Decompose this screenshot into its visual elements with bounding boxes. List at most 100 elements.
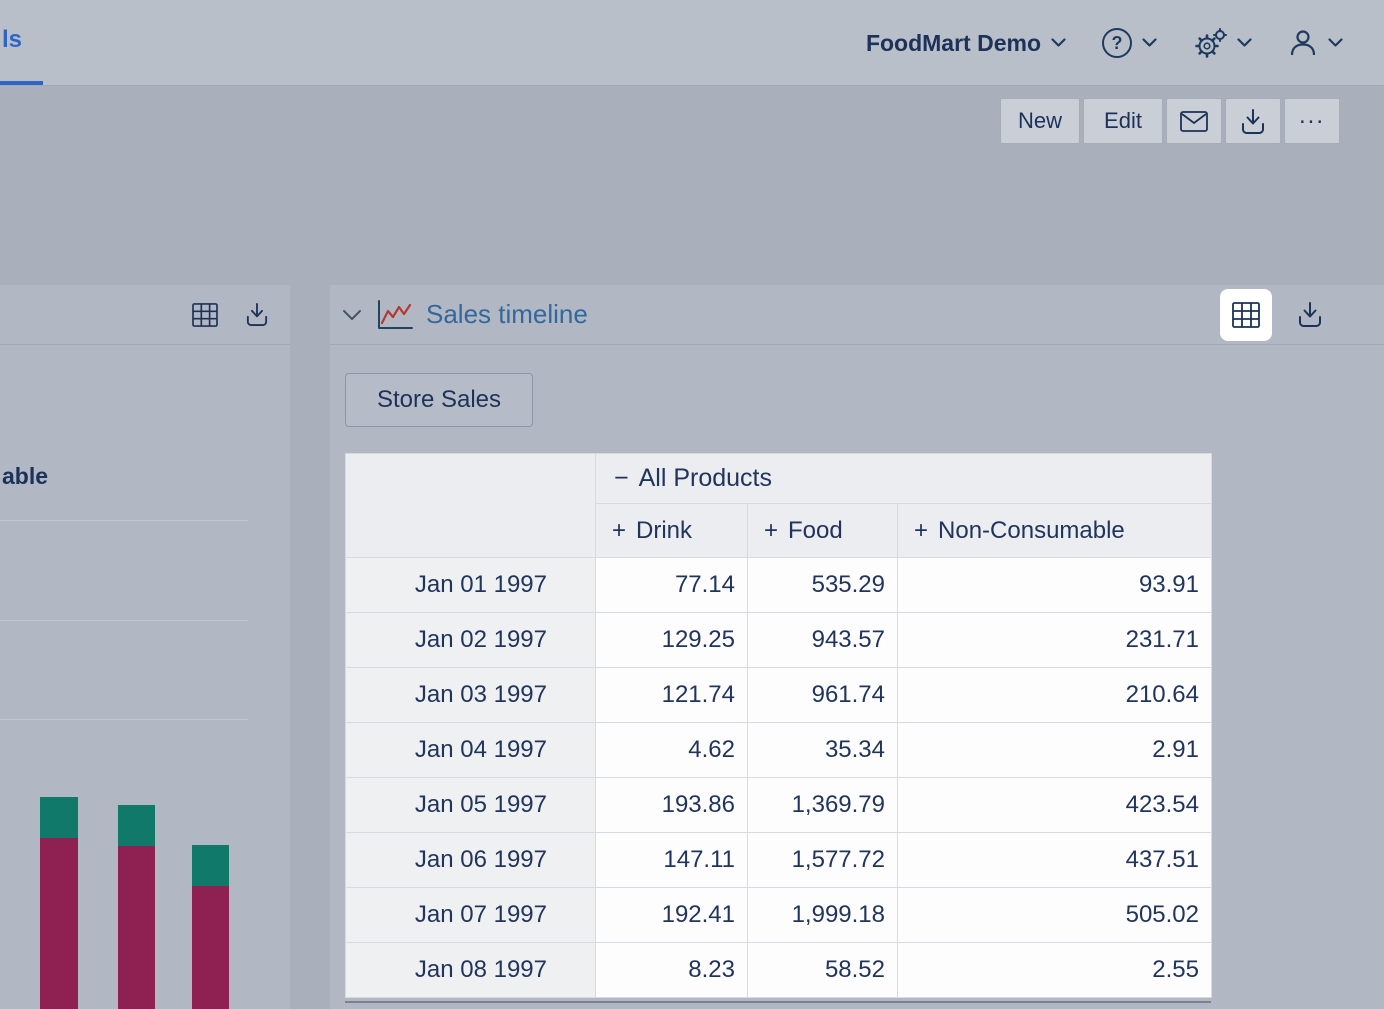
expand-toggle-sign[interactable]: + xyxy=(612,517,626,544)
value-cell: 943.57 xyxy=(748,613,898,668)
table-row: Jan 03 1997121.74961.74210.64 xyxy=(346,668,1212,723)
left-panel-row-divider xyxy=(0,620,248,621)
value-cell: 58.52 xyxy=(748,943,898,998)
active-tab[interactable]: ls xyxy=(2,26,22,54)
value-cell: 35.34 xyxy=(748,723,898,778)
row-header[interactable]: Jan 04 1997 xyxy=(346,723,596,778)
bar-segment-maroon xyxy=(40,838,78,1009)
value-cell: 93.91 xyxy=(898,558,1212,613)
table-grid-icon[interactable] xyxy=(192,303,218,327)
value-cell: 2.55 xyxy=(898,943,1212,998)
expand-toggle-sign[interactable]: + xyxy=(764,517,778,544)
row-header[interactable]: Jan 02 1997 xyxy=(346,613,596,668)
column-label: Drink xyxy=(636,517,692,544)
column-header[interactable]: + Non-Consumable xyxy=(898,504,1212,558)
show-as-table-button-highlighted[interactable] xyxy=(1220,289,1272,341)
left-widget-panel: able xyxy=(0,285,290,1009)
measure-button[interactable]: Store Sales xyxy=(345,373,533,427)
collapse-chevron-icon[interactable] xyxy=(342,309,362,321)
row-header[interactable]: Jan 08 1997 xyxy=(346,943,596,998)
panel-title: Sales timeline xyxy=(426,299,588,330)
chevron-down-icon xyxy=(1051,38,1066,48)
value-cell: 535.29 xyxy=(748,558,898,613)
active-tab-indicator xyxy=(0,81,43,85)
group-header-row: −All Products xyxy=(346,454,1212,504)
help-glyph: ? xyxy=(1112,33,1123,54)
help-icon: ? xyxy=(1102,28,1132,58)
value-cell: 231.71 xyxy=(898,613,1212,668)
expand-toggle-sign[interactable]: + xyxy=(914,517,928,544)
sales-timeline-panel: Sales timeline xyxy=(330,285,1384,1009)
table-row: Jan 08 19978.2358.522.55 xyxy=(346,943,1212,998)
pivot-corner-cell xyxy=(346,454,596,558)
top-navigation-bar: ls FoodMart Demo ? xyxy=(0,0,1384,86)
value-cell: 77.14 xyxy=(596,558,748,613)
column-label: Non-Consumable xyxy=(938,517,1125,544)
collapse-toggle-sign[interactable]: − xyxy=(614,464,629,492)
user-icon xyxy=(1288,28,1318,58)
help-menu[interactable]: ? xyxy=(1102,28,1157,58)
value-cell: 505.02 xyxy=(898,888,1212,943)
value-cell: 121.74 xyxy=(596,668,748,723)
active-tab-label: ls xyxy=(2,26,22,53)
workspace-switcher[interactable]: FoodMart Demo xyxy=(866,30,1066,57)
bar-segment-maroon xyxy=(118,846,155,1009)
stacked-bar xyxy=(118,805,155,1009)
pivot-table: −All Products +Drink+Food+Non-Consumable… xyxy=(345,453,1212,998)
more-options-button[interactable]: ... xyxy=(1284,98,1340,144)
value-cell: 1,577.72 xyxy=(748,833,898,888)
sales-timeline-header: Sales timeline xyxy=(330,285,1384,345)
new-button[interactable]: New xyxy=(1000,98,1080,144)
email-share-button[interactable] xyxy=(1166,98,1222,144)
new-button-label: New xyxy=(1018,108,1062,134)
value-cell: 1,999.18 xyxy=(748,888,898,943)
topbar-right-menu: FoodMart Demo ? xyxy=(866,0,1343,86)
workspace-name: FoodMart Demo xyxy=(866,30,1041,57)
row-header[interactable]: Jan 06 1997 xyxy=(346,833,596,888)
group-label: All Products xyxy=(639,464,772,492)
column-header[interactable]: +Food xyxy=(748,504,898,558)
edit-button-label: Edit xyxy=(1104,108,1142,134)
bar-segment-maroon xyxy=(192,886,229,1009)
bar-segment-teal xyxy=(40,797,78,838)
chevron-down-icon xyxy=(1142,38,1157,48)
value-cell: 1,369.79 xyxy=(748,778,898,833)
table-row: Jan 01 199777.14535.2993.91 xyxy=(346,558,1212,613)
pivot-table-body: Jan 01 199777.14535.2993.91Jan 02 199712… xyxy=(346,558,1212,998)
column-group-header[interactable]: −All Products xyxy=(596,454,1212,504)
table-row: Jan 04 19974.6235.342.91 xyxy=(346,723,1212,778)
value-cell: 423.54 xyxy=(898,778,1212,833)
download-icon[interactable] xyxy=(1298,301,1322,328)
row-header[interactable]: Jan 05 1997 xyxy=(346,778,596,833)
value-cell: 210.64 xyxy=(898,668,1212,723)
value-cell: 193.86 xyxy=(596,778,748,833)
settings-menu[interactable] xyxy=(1193,27,1252,59)
download-icon xyxy=(1241,108,1265,135)
row-header[interactable]: Jan 03 1997 xyxy=(346,668,596,723)
table-grid-icon xyxy=(1232,302,1260,328)
dashboard-toolbar: New Edit xyxy=(1000,98,1340,144)
left-panel-row-divider xyxy=(0,520,248,521)
table-row: Jan 02 1997129.25943.57231.71 xyxy=(346,613,1212,668)
value-cell: 2.91 xyxy=(898,723,1212,778)
edit-button[interactable]: Edit xyxy=(1083,98,1163,144)
row-header[interactable]: Jan 07 1997 xyxy=(346,888,596,943)
export-download-button[interactable] xyxy=(1225,98,1281,144)
left-panel-partial-column-label: able xyxy=(2,463,48,490)
value-cell: 192.41 xyxy=(596,888,748,943)
settings-gears-icon xyxy=(1193,27,1227,59)
envelope-icon xyxy=(1180,111,1208,132)
value-cell: 437.51 xyxy=(898,833,1212,888)
value-cell: 961.74 xyxy=(748,668,898,723)
value-cell: 8.23 xyxy=(596,943,748,998)
value-cell: 4.62 xyxy=(596,723,748,778)
download-icon[interactable] xyxy=(246,302,268,327)
bar-segment-teal xyxy=(118,805,155,846)
row-header[interactable]: Jan 01 1997 xyxy=(346,558,596,613)
value-cell: 147.11 xyxy=(596,833,748,888)
line-chart-icon xyxy=(376,299,414,331)
user-menu[interactable] xyxy=(1288,28,1343,58)
bar-segment-teal xyxy=(192,845,229,886)
column-header[interactable]: + Drink xyxy=(596,504,748,558)
measure-button-label: Store Sales xyxy=(377,386,501,413)
